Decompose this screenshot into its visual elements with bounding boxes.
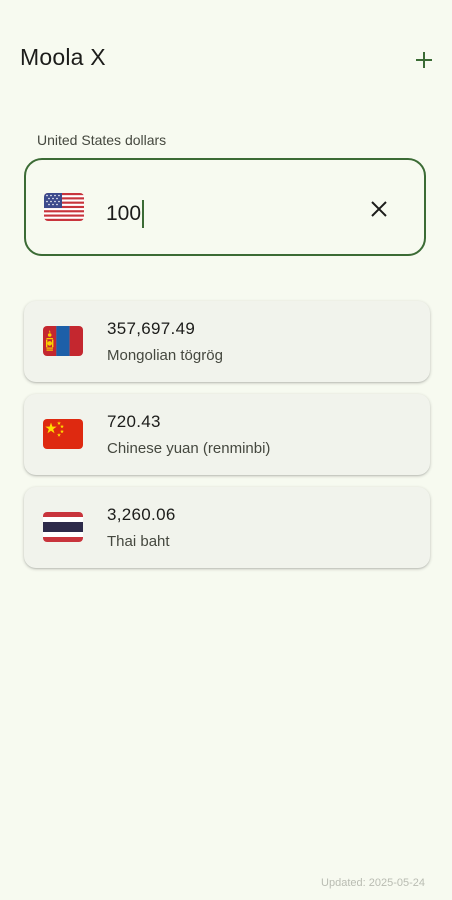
amount-input-field[interactable]: 100 — [24, 158, 426, 256]
amount-text: 100 — [106, 202, 142, 225]
conversion-results-list: 357,697.49 Mongolian tögrög 720.43 Chine… — [24, 301, 430, 580]
add-currency-button[interactable] — [408, 44, 440, 76]
app-bar: Moola X — [0, 0, 452, 120]
text-caret — [142, 200, 145, 228]
currency-name: Thai baht — [107, 533, 170, 550]
converted-amount: 720.43 — [107, 412, 161, 431]
app-title: Moola X — [20, 44, 106, 70]
close-icon — [371, 201, 387, 217]
result-card-thai-baht[interactable]: 3,260.06 Thai baht — [24, 487, 430, 568]
converted-amount: 3,260.06 — [107, 505, 176, 524]
china-flag-icon — [43, 419, 83, 449]
currency-name: Mongolian tögrög — [107, 347, 223, 364]
amount-input-value[interactable]: 100 — [106, 200, 145, 228]
result-card-chinese-yuan[interactable]: 720.43 Chinese yuan (renminbi) — [24, 394, 430, 475]
thailand-flag-icon — [43, 512, 83, 542]
mongolia-flag-icon — [43, 326, 83, 356]
plus-icon — [416, 52, 432, 68]
result-card-mongolian-togrog[interactable]: 357,697.49 Mongolian tögrög — [24, 301, 430, 382]
input-currency-label: United States dollars — [37, 132, 167, 148]
last-updated-text: Updated: 2025-05-24 — [321, 877, 425, 889]
currency-name: Chinese yuan (renminbi) — [107, 440, 271, 457]
converted-amount: 357,697.49 — [107, 319, 196, 338]
clear-input-button[interactable] — [366, 196, 392, 222]
us-flag-icon — [44, 193, 84, 221]
